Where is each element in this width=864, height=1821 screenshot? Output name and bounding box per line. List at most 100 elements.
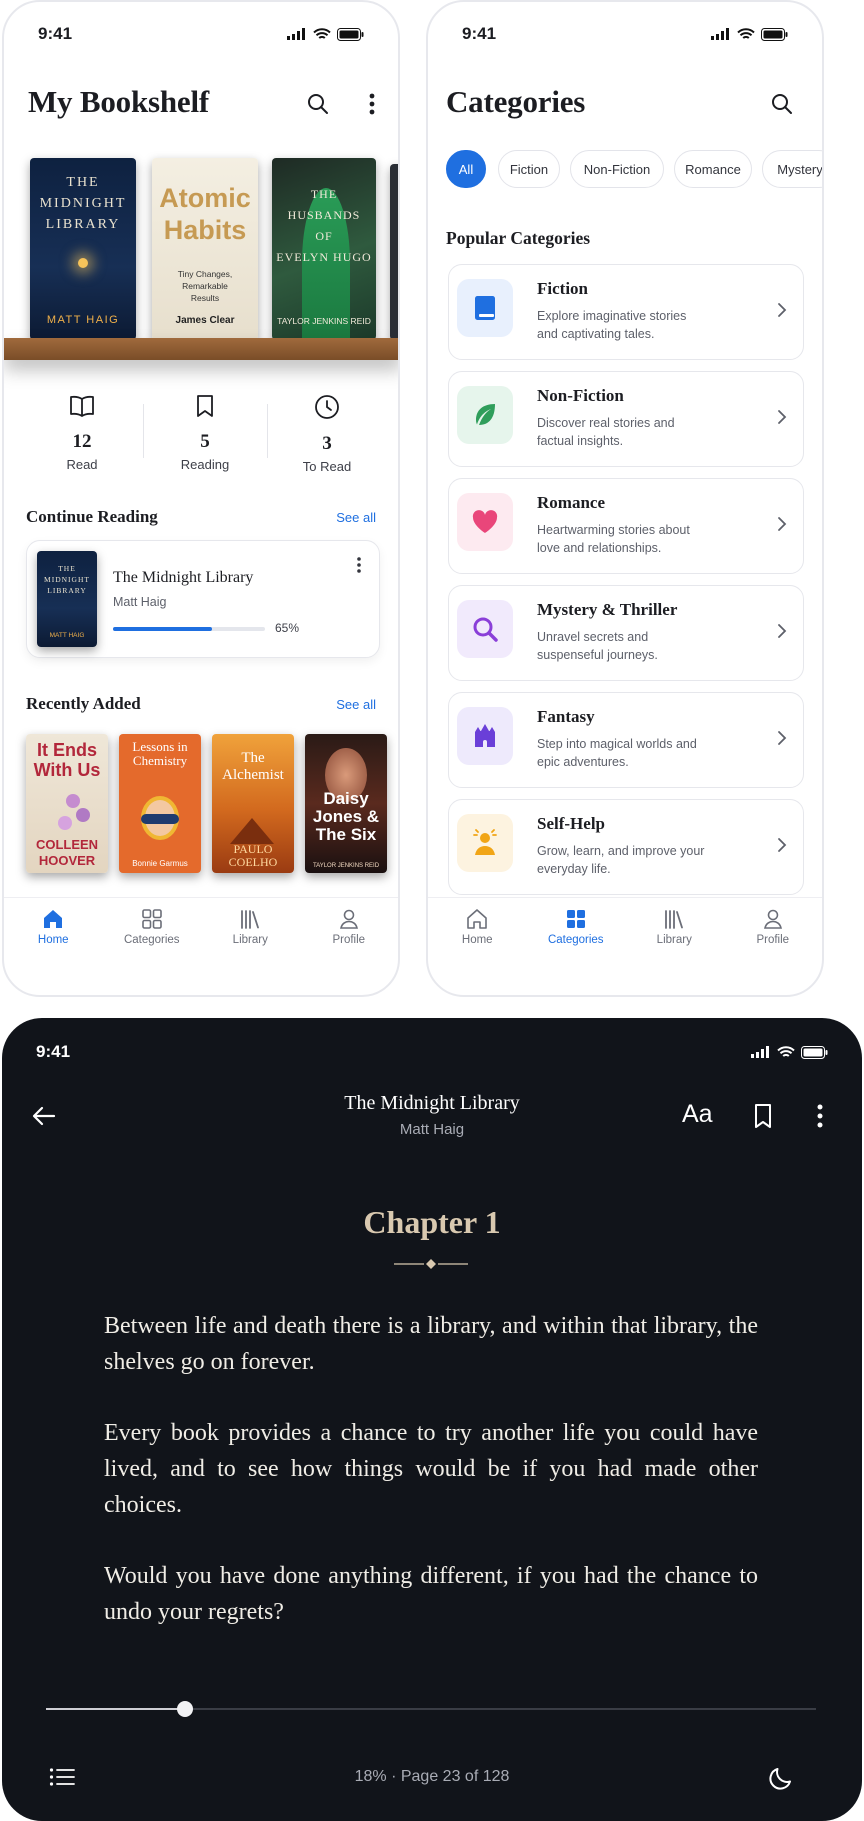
chip-fiction[interactable]: Fiction <box>498 150 560 188</box>
stat-reading[interactable]: 5 Reading <box>150 394 260 472</box>
reading-progress-track <box>113 627 265 631</box>
profile-icon <box>763 909 782 929</box>
book-cover-it-ends-with-us[interactable]: It Ends With Us COLLEEN HOOVER <box>26 734 108 873</box>
tab-profile[interactable]: Profile <box>733 898 813 967</box>
tab-categories[interactable]: Categories <box>536 898 616 967</box>
search-icon <box>308 94 328 114</box>
reader-paragraph: Would you have done anything different, … <box>104 1563 758 1625</box>
tab-profile[interactable]: Profile <box>309 898 389 967</box>
chevron-right-icon <box>778 731 787 745</box>
continue-reading-heading: Continue Reading <box>26 507 158 526</box>
magnifier-icon <box>473 617 498 642</box>
reader-book-author: Matt Haig <box>399 1121 465 1138</box>
library-icon <box>241 910 260 929</box>
home-icon <box>467 909 488 929</box>
chip-all[interactable]: All <box>446 150 486 188</box>
chevron-right-icon <box>778 838 787 852</box>
stat-to-read[interactable]: 3 To Read <box>272 394 382 474</box>
book-cover-atomic-habits[interactable]: Atomic Habits Tiny Changes, Remarkable Re… <box>152 158 258 340</box>
card-more-button[interactable] <box>349 557 369 581</box>
stat-read[interactable]: 12 Read <box>27 394 137 472</box>
signal-icon <box>711 28 729 40</box>
heart-icon <box>472 510 498 533</box>
back-button[interactable] <box>26 1098 62 1134</box>
search-icon <box>772 94 792 114</box>
chapter-title: Chapter 1 <box>363 1204 501 1240</box>
status-bar: 9:41 <box>462 22 788 46</box>
reading-progress-fill <box>113 627 212 631</box>
continue-reading-author: Matt Haig <box>113 595 167 609</box>
chip-mystery[interactable]: Mystery <box>762 150 822 188</box>
status-time: 9:41 <box>38 24 73 43</box>
book-icon <box>475 296 495 320</box>
more-button[interactable] <box>802 1098 838 1134</box>
category-fantasy[interactable]: Fantasy Step into magical worlds and epi… <box>448 692 804 788</box>
book-cover-midnight-library[interactable]: THE MIDNIGHT LIBRARY MATT HAIG <box>30 158 136 340</box>
continue-reading-see-all[interactable]: See all <box>336 510 376 525</box>
status-time: 9:41 <box>462 24 497 43</box>
tab-library[interactable]: Library <box>210 898 290 967</box>
chevron-right-icon <box>778 624 787 638</box>
continue-reading-cover: THE MIDNIGHT LIBRARY MATT HAIG <box>37 551 97 647</box>
categories-screen: 9:41 Categories All Fiction Non-Fiction … <box>426 0 824 997</box>
tab-categories[interactable]: Categories <box>112 898 192 967</box>
castle-icon <box>475 724 495 747</box>
book-cover-partial[interactable] <box>390 164 398 340</box>
tab-bar: Home Categories Library Profile <box>4 897 398 967</box>
font-settings-button[interactable]: Aa <box>682 1100 713 1129</box>
category-self-help[interactable]: Self-Help Grow, learn, and improve your … <box>448 799 804 895</box>
grid-icon <box>141 909 162 929</box>
battery-icon <box>337 27 364 41</box>
book-cover-daisy-jones[interactable]: Daisy Jones & The Six TAYLOR JENKINS REI… <box>305 734 387 873</box>
book-cover-the-alchemist[interactable]: The Alchemist PAULO COELHO <box>212 734 294 873</box>
battery-icon <box>801 1045 828 1059</box>
reading-progress-label: 65% <box>275 621 300 635</box>
continue-reading-card[interactable]: THE MIDNIGHT LIBRARY MATT HAIG The Midnigh… <box>26 540 380 658</box>
grid-icon <box>566 910 585 928</box>
recently-added-heading: Recently Added <box>26 694 141 713</box>
bookmark-icon <box>197 395 213 417</box>
bookmark-icon <box>755 1104 771 1128</box>
search-button[interactable] <box>764 86 800 122</box>
more-button[interactable] <box>354 86 390 122</box>
chip-romance[interactable]: Romance <box>674 150 752 188</box>
battery-icon <box>761 27 788 41</box>
more-vertical-icon <box>369 93 375 115</box>
search-button[interactable] <box>300 86 336 122</box>
profile-icon <box>339 909 358 929</box>
wifi-icon <box>777 1045 795 1057</box>
tab-home[interactable]: Home <box>13 898 93 967</box>
page-title: My Bookshelf <box>28 84 210 119</box>
tab-home[interactable]: Home <box>437 898 517 967</box>
status-bar: 9:41 <box>36 1040 828 1064</box>
page-progress-slider[interactable] <box>46 1701 816 1717</box>
book-cover-evelyn-hugo[interactable]: THE HUSBANDS OF EVELYN HUGO TAYLOR JENKINS … <box>272 158 376 340</box>
stat-divider <box>267 404 268 458</box>
bookshelf-screen: 9:41 My Bookshelf THE MIDNIGHT LIBRARY MAT… <box>2 0 400 997</box>
recently-added-see-all[interactable]: See all <box>336 697 376 712</box>
tab-bar: Home Categories Library Profile <box>428 897 822 967</box>
person-sun-icon <box>473 829 497 855</box>
more-vertical-icon <box>817 1104 823 1128</box>
category-mystery-thriller[interactable]: Mystery & Thriller Unravel secrets and s… <box>448 585 804 681</box>
continue-reading-header: Continue Reading See all <box>26 507 376 527</box>
page-progress-fill <box>46 1708 185 1710</box>
chevron-right-icon <box>778 517 787 531</box>
reading-position: 18% · Page 23 of 128 <box>354 1768 510 1785</box>
table-of-contents-button[interactable] <box>44 1759 80 1795</box>
night-mode-button[interactable] <box>764 1759 800 1795</box>
page-progress-thumb[interactable] <box>176 1701 193 1717</box>
recently-added-header: Recently Added See all <box>26 694 376 714</box>
category-romance[interactable]: Romance Heartwarming stories about love … <box>448 478 804 574</box>
category-non-fiction[interactable]: Non-Fiction Discover real stories and fa… <box>448 371 804 467</box>
book-cover-lessons-in-chemistry[interactable]: Lessons in Chemistry Bonnie Garmus <box>119 734 201 873</box>
wifi-icon <box>737 27 755 39</box>
tab-library[interactable]: Library <box>634 898 714 967</box>
signal-icon <box>287 28 305 40</box>
stat-divider <box>143 404 144 458</box>
chip-non-fiction[interactable]: Non-Fiction <box>570 150 664 188</box>
open-book-icon <box>70 395 94 417</box>
category-fiction[interactable]: Fiction Explore imaginative stories and … <box>448 264 804 360</box>
reader-screen: 9:41 The Midnight Library Matt Haig Aa C… <box>2 1018 862 1821</box>
bookmark-button[interactable] <box>745 1098 781 1134</box>
